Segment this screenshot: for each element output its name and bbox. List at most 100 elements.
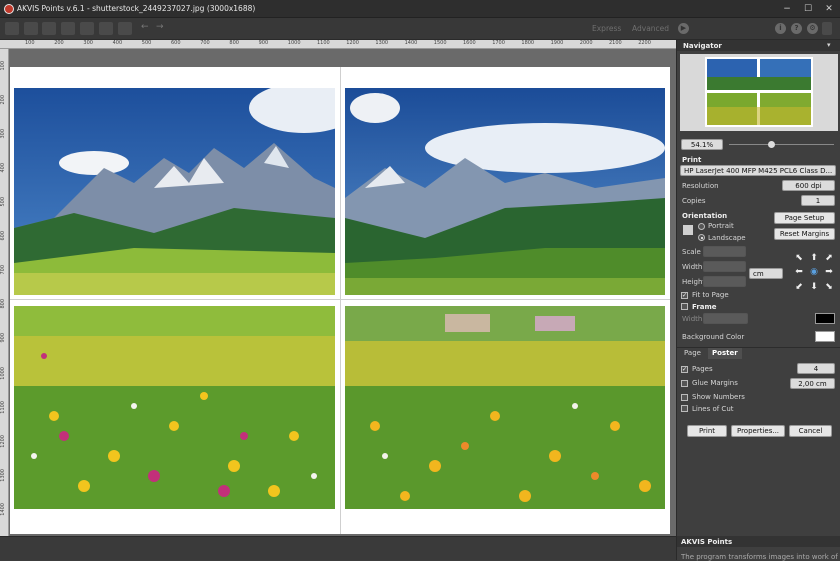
minimize-icon[interactable]: − (780, 3, 794, 15)
share-icon[interactable] (80, 22, 94, 35)
ruler-left-tick: 500 (0, 197, 6, 207)
navigator-thumbnail[interactable] (705, 57, 813, 127)
open-file-icon[interactable] (24, 22, 38, 35)
background-color-label: Background Color (682, 333, 745, 341)
align-left-icon[interactable]: ⬅ (794, 267, 804, 277)
page-setup-button[interactable]: Page Setup (774, 212, 835, 224)
ruler-top-tick: 400 (112, 40, 123, 46)
align-bottom-left-icon[interactable]: ⬋ (794, 282, 804, 292)
print-icon[interactable] (61, 22, 75, 35)
pages-checkbox[interactable]: ✓ (681, 366, 688, 373)
cut-line-vertical (340, 67, 341, 534)
redo-icon[interactable]: → (156, 22, 164, 32)
ruler-left-tick: 100 (0, 61, 6, 71)
mode-express[interactable]: Express (592, 24, 621, 33)
orientation-icon (683, 225, 693, 235)
background-color-swatch[interactable] (815, 331, 835, 342)
glue-margins-input[interactable]: 2,00 cm (790, 378, 835, 389)
ruler-left-tick: 900 (0, 333, 6, 343)
glue-margins-label: Glue Margins (692, 379, 738, 387)
frame-label: Frame (692, 303, 717, 311)
width-label: Width (682, 263, 703, 271)
resolution-label: Resolution (682, 182, 719, 190)
tab-page[interactable]: Page (680, 348, 705, 359)
resolution-select[interactable]: 600 dpi (782, 180, 835, 191)
width-input[interactable] (703, 261, 746, 272)
settings-icon[interactable]: ⚙ (807, 23, 818, 34)
navigator-collapse-icon[interactable]: ▾ (827, 41, 831, 49)
lines-of-cut-checkbox[interactable] (681, 405, 688, 412)
glue-margins-checkbox[interactable] (681, 380, 688, 387)
align-center-icon[interactable]: ◉ (809, 267, 819, 277)
info-icon[interactable]: i (775, 23, 786, 34)
ruler-left-tick: 600 (0, 231, 6, 241)
show-numbers-checkbox[interactable] (681, 394, 688, 401)
landscape-radio[interactable] (698, 234, 705, 241)
help-icon[interactable]: ? (791, 23, 802, 34)
ruler-left: 100 200 300 400 500 600 700 800 900 1000 1100 1200 1… (0, 49, 9, 536)
bookmark-icon[interactable] (822, 22, 832, 35)
zoom-slider-handle[interactable] (768, 141, 775, 148)
ruler-top-tick: 2000 (579, 40, 593, 46)
zoom-select[interactable]: 54.1% (681, 139, 723, 150)
title-bar: AKVIS Points v.6.1 - shutterstock_244923… (0, 0, 840, 18)
align-top-icon[interactable]: ⬆ (809, 253, 819, 263)
frame-color-swatch[interactable] (815, 313, 835, 324)
ruler-top-tick: 1100 (317, 40, 330, 46)
status-bar (0, 536, 676, 560)
toolbar: ← → Express Advanced ▶ i ? ⚙ (0, 18, 840, 40)
pages-input[interactable]: 4 (797, 363, 835, 374)
align-top-right-icon[interactable]: ⬈ (824, 253, 834, 263)
frame-width-input[interactable] (703, 313, 748, 324)
align-right-icon[interactable]: ➡ (824, 267, 834, 277)
ruler-top-tick: 1300 (375, 40, 389, 46)
portrait-radio[interactable] (698, 223, 705, 230)
scale-input[interactable] (703, 246, 746, 257)
tab-poster[interactable]: Poster (708, 348, 742, 359)
zoom-slider-track[interactable] (729, 144, 834, 145)
print-section-label: Print (682, 156, 702, 164)
navigator-title: Navigator (683, 42, 722, 50)
portrait-label: Portrait (708, 222, 734, 230)
ruler-top-tick: 1900 (550, 40, 564, 46)
fit-to-page-checkbox[interactable]: ✓ (681, 292, 688, 299)
mode-advanced[interactable]: Advanced (632, 24, 669, 33)
ruler-left-tick: 1100 (0, 401, 6, 414)
run-icon[interactable]: ▶ (678, 23, 689, 34)
close-icon[interactable]: ✕ (822, 3, 836, 15)
ruler-top-tick: 1600 (463, 40, 476, 46)
ruler-left-tick: 300 (0, 129, 6, 139)
ruler-top-tick: 1200 (346, 40, 359, 46)
ruler-top-tick: 900 (258, 40, 269, 46)
ruler-top-tick: 600 (171, 40, 181, 46)
reset-margins-button[interactable]: Reset Margins (774, 228, 835, 240)
ruler-top-tick: 1800 (521, 40, 535, 46)
frame-checkbox[interactable] (681, 303, 688, 310)
maximize-icon[interactable]: ☐ (801, 3, 815, 15)
about-title: AKVIS Points (681, 538, 733, 546)
align-top-left-icon[interactable]: ⬉ (794, 253, 804, 263)
orientation-label: Orientation (682, 212, 728, 220)
undo-icon[interactable]: ← (141, 22, 149, 32)
open-image-icon[interactable] (5, 22, 19, 35)
align-bottom-right-icon[interactable]: ⬊ (824, 282, 834, 292)
pages-label: Pages (692, 365, 713, 373)
save-icon[interactable] (42, 22, 56, 35)
copies-input[interactable]: 1 (801, 195, 835, 206)
cancel-button[interactable]: Cancel (789, 425, 832, 437)
ruler-left-tick: 200 (0, 95, 6, 105)
ruler-top-tick: 200 (54, 40, 64, 46)
ruler-top-tick: 500 (141, 40, 152, 46)
properties-button[interactable]: Properties... (731, 425, 785, 437)
presets-icon[interactable] (118, 22, 132, 35)
batch-icon[interactable] (99, 22, 113, 35)
unit-select[interactable]: cm (749, 268, 783, 279)
align-bottom-icon[interactable]: ⬇ (809, 282, 819, 292)
print-button[interactable]: Print (687, 425, 727, 437)
printer-select[interactable]: HP LaserJet 400 MFP M425 PCL6 Class D... (680, 165, 836, 176)
poster-tile-4 (345, 306, 665, 509)
height-input[interactable] (703, 276, 746, 287)
height-label: Height (682, 278, 706, 286)
fit-to-page-label: Fit to Page (692, 291, 729, 299)
landscape-label: Landscape (708, 234, 746, 242)
